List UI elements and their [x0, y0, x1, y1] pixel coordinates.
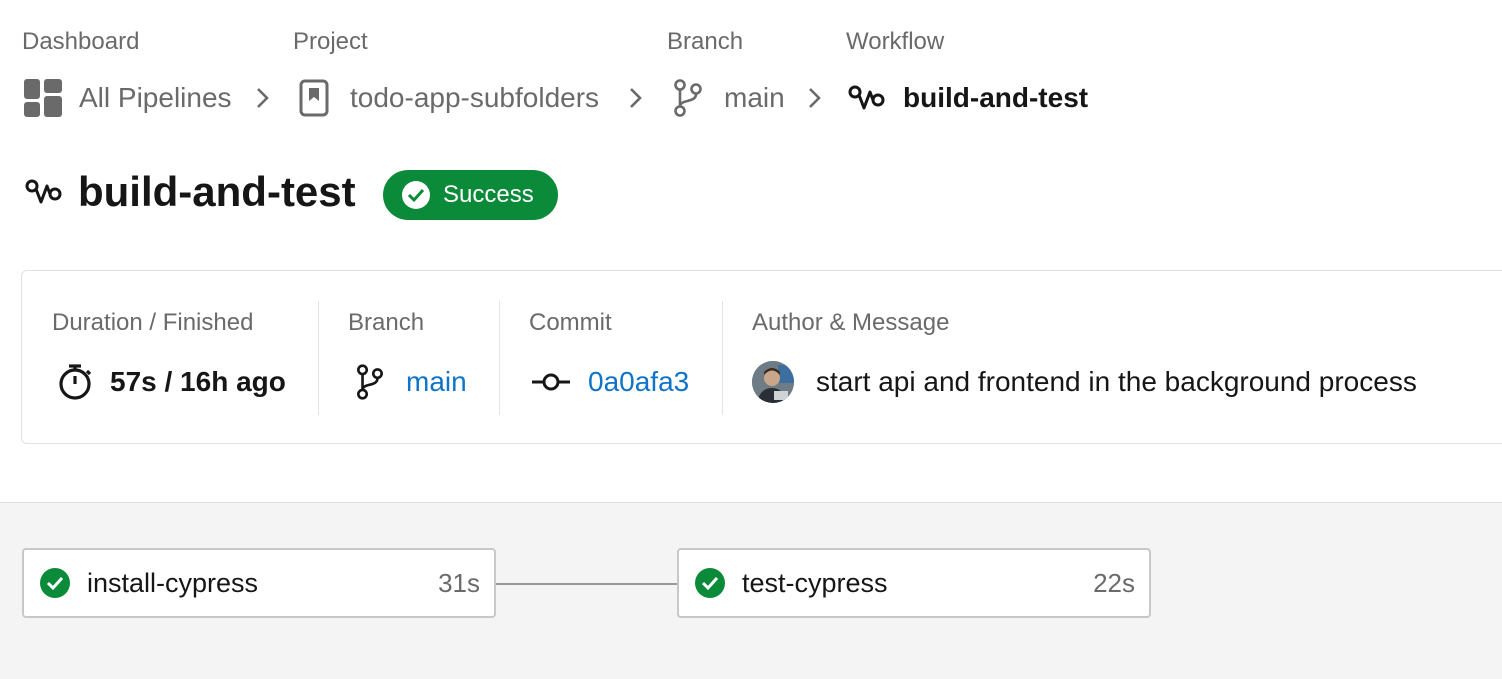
duration-label: Duration / Finished: [52, 309, 254, 336]
chevron-right-icon: [807, 86, 823, 110]
page-title: build-and-test: [78, 168, 356, 215]
chevron-right-icon: [628, 86, 644, 110]
breadcrumb-project-text: todo-app-subfolders: [350, 82, 600, 113]
breadcrumb-branch-text: main: [724, 82, 785, 113]
breadcrumb-workflow-text: build-and-test: [903, 82, 1089, 113]
breadcrumb-dashboard-link[interactable]: All Pipelines: [24, 78, 232, 118]
column-divider: [499, 301, 500, 415]
breadcrumb-workflow-current: build-and-test: [847, 78, 1088, 118]
author-message-label: Author & Message: [752, 309, 950, 336]
commit-label: Commit: [529, 309, 612, 336]
breadcrumb-branch-link[interactable]: main: [673, 78, 785, 118]
job-connector: [496, 583, 677, 585]
breadcrumb-branch-label: Branch: [667, 28, 744, 55]
breadcrumb-dashboard-text: All Pipelines: [79, 82, 232, 113]
column-divider: [318, 301, 319, 415]
commit-value: 0a0afa3: [532, 365, 689, 399]
dashboard-grid-icon: [24, 79, 62, 117]
breadcrumb-workflow-label: Workflow: [846, 28, 945, 55]
job-name: test-cypress: [742, 567, 888, 598]
job-duration: 22s: [1093, 567, 1135, 598]
workflow-summary-card: Duration / Finished 57s / 16h ago Branch: [21, 270, 1502, 444]
check-circle-icon: [694, 567, 726, 599]
duration-value: 57s / 16h ago: [56, 363, 286, 401]
commit-link[interactable]: 0a0afa3: [588, 366, 689, 398]
job-node-test-cypress[interactable]: test-cypress 22s: [677, 548, 1151, 618]
avatar[interactable]: [752, 361, 794, 403]
commit-message: start api and frontend in the background…: [816, 366, 1417, 397]
author-message-value: start api and frontend in the background…: [752, 361, 1417, 403]
git-branch-icon: [673, 79, 703, 117]
branch-value: main: [356, 363, 467, 401]
job-duration: 31s: [438, 567, 480, 598]
git-branch-icon: [356, 363, 384, 401]
status-badge: Success: [383, 170, 558, 220]
workflow-icon: [847, 82, 887, 114]
job-name: install-cypress: [87, 567, 259, 598]
duration-text: 57s / 16h ago: [110, 366, 286, 397]
breadcrumb-project-link[interactable]: todo-app-subfolders: [299, 78, 599, 118]
status-label: Success: [443, 181, 534, 208]
breadcrumb-dashboard-label: Dashboard: [22, 28, 140, 55]
branch-label: Branch: [348, 309, 425, 336]
workflow-graph: install-cypress 31s test-cypress 22s: [0, 502, 1502, 679]
check-circle-icon: [39, 567, 71, 599]
breadcrumb-project-label: Project: [293, 28, 368, 55]
workflow-icon: [24, 176, 64, 208]
stopwatch-icon: [56, 363, 94, 401]
chevron-right-icon: [255, 86, 271, 110]
column-divider: [722, 301, 723, 415]
job-node-install-cypress[interactable]: install-cypress 31s: [22, 548, 496, 618]
check-circle-icon: [401, 180, 431, 210]
branch-link[interactable]: main: [406, 366, 467, 398]
bookmark-icon: [299, 79, 331, 117]
git-commit-icon: [532, 372, 570, 392]
